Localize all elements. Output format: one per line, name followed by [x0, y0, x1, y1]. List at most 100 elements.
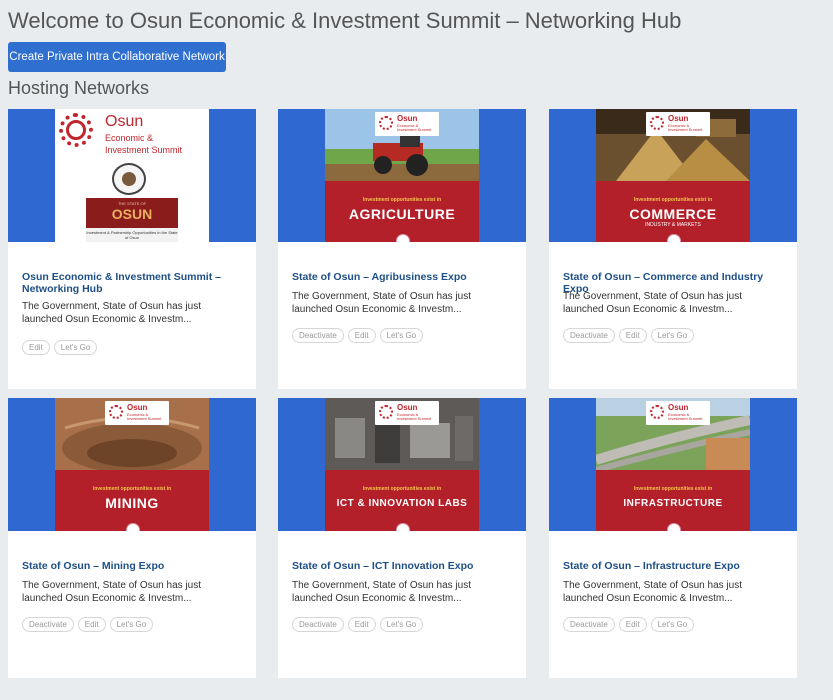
- lets-go-button[interactable]: Let's Go: [379, 328, 424, 343]
- logo-word: Osun: [668, 114, 689, 123]
- osun-logo-inner: [66, 120, 86, 140]
- box-osun-word: OSUN: [111, 206, 153, 222]
- card-actions: Deactivate Edit Let's Go: [22, 617, 154, 633]
- edit-button[interactable]: Edit: [77, 617, 106, 632]
- card-actions: Deactivate Edit Let's Go: [563, 328, 695, 344]
- logo-sub: Economic & Investment Summit: [127, 412, 162, 421]
- edit-button[interactable]: Edit: [347, 328, 376, 343]
- poster-sector: ICT & INNOVATION LABS: [336, 498, 468, 509]
- card-actions: Edit Let's Go: [22, 340, 98, 356]
- poster-exist-text: Investment opportunities exist in: [362, 197, 442, 203]
- ict-poster-image: Osun Economic & Investment Summit Invest…: [325, 398, 479, 531]
- card-description: The Government, State of Osun has just l…: [563, 291, 742, 315]
- osun-ring-icon: [379, 116, 393, 130]
- lets-go-button[interactable]: Let's Go: [650, 328, 695, 343]
- card-description: The Government, State of Osun has just l…: [292, 580, 471, 604]
- card-actions: Deactivate Edit Let's Go: [292, 617, 424, 633]
- poster-exist-text: Investment opportunities exist in: [362, 486, 442, 492]
- logo-sub: Economic & Investment Summit: [668, 412, 703, 421]
- edit-button[interactable]: Edit: [22, 340, 50, 355]
- card-banner[interactable]: Osun Economic & Investment Summit Invest…: [549, 109, 797, 242]
- card-description: The Government, State of Osun has just l…: [22, 580, 201, 604]
- logo-sub: Economic & Investment Summit: [397, 123, 432, 132]
- edit-button[interactable]: Edit: [618, 328, 647, 343]
- network-card-summit: Osun Economic & Investment Summit THE ST…: [8, 109, 256, 389]
- create-network-button[interactable]: Create Private Intra Collaborative Netwo…: [8, 42, 226, 72]
- poster-osun-text: Osun: [105, 113, 144, 130]
- poster-subsector: INDUSTRY & MARKETS: [645, 222, 701, 228]
- card-title[interactable]: State of Osun – Mining Expo: [22, 560, 244, 572]
- emblem-icon: [126, 523, 140, 531]
- osun-ring-icon: [109, 405, 123, 419]
- emblem-icon: [396, 234, 410, 242]
- commerce-poster-image: Osun Economic & Investment Summit Invest…: [596, 109, 750, 242]
- card-banner[interactable]: Osun Economic & Investment Summit Invest…: [549, 398, 797, 531]
- deactivate-button[interactable]: Deactivate: [292, 328, 344, 343]
- poster-line1: Economic &: [105, 133, 154, 143]
- osun-mini-logo: Osun Economic & Investment Summit: [646, 112, 710, 136]
- logo-sub: Economic & Investment Summit: [668, 123, 703, 132]
- poster-exist-text: Investment opportunities exist in: [633, 197, 713, 203]
- poster-sector: AGRICULTURE: [348, 206, 456, 222]
- logo-word: Osun: [127, 403, 148, 412]
- deactivate-button[interactable]: Deactivate: [22, 617, 74, 632]
- mining-poster-image: Osun Economic & Investment Summit Invest…: [55, 398, 209, 531]
- emblem-icon: [396, 523, 410, 531]
- card-title[interactable]: Osun Economic & Investment Summit – Netw…: [22, 271, 244, 295]
- agriculture-poster-image: Osun Economic & Investment Summit Invest…: [325, 109, 479, 242]
- osun-mini-logo: Osun Economic & Investment Summit: [375, 112, 439, 136]
- poster-exist-text: Investment opportunities exist in: [92, 486, 172, 492]
- page-title: Welcome to Osun Economic & Investment Su…: [8, 8, 682, 33]
- network-card-ict: Osun Economic & Investment Summit Invest…: [278, 398, 526, 678]
- edit-button[interactable]: Edit: [347, 617, 376, 632]
- deactivate-button[interactable]: Deactivate: [563, 328, 615, 343]
- network-card-mining: Osun Economic & Investment Summit Invest…: [8, 398, 256, 678]
- lets-go-button[interactable]: Let's Go: [53, 340, 98, 355]
- emblem-icon: [667, 234, 681, 242]
- emblem-icon: [667, 523, 681, 531]
- edit-button[interactable]: Edit: [618, 617, 647, 632]
- logo-sub: Economic & Investment Summit: [397, 412, 432, 421]
- card-description: The Government, State of Osun has just l…: [22, 301, 201, 325]
- poster-sector: MINING: [105, 495, 159, 511]
- card-title[interactable]: State of Osun – Infrastructure Expo: [563, 560, 785, 572]
- poster-line2: Investment Summit: [105, 145, 183, 155]
- osun-ring-icon: [650, 116, 664, 130]
- logo-word: Osun: [397, 403, 418, 412]
- state-seal-icon: [112, 163, 146, 195]
- lets-go-button[interactable]: Let's Go: [379, 617, 424, 632]
- poster-sector: COMMERCE: [629, 206, 717, 222]
- osun-mini-logo: Osun Economic & Investment Summit: [105, 401, 169, 425]
- osun-mini-logo: Osun Economic & Investment Summit: [375, 401, 439, 425]
- lets-go-button[interactable]: Let's Go: [650, 617, 695, 632]
- card-banner[interactable]: Osun Economic & Investment Summit Invest…: [8, 398, 256, 531]
- card-title[interactable]: State of Osun – ICT Innovation Expo: [292, 560, 514, 572]
- card-banner[interactable]: Osun Economic & Investment Summit Invest…: [278, 398, 526, 531]
- card-actions: Deactivate Edit Let's Go: [563, 617, 695, 633]
- network-card-infrastructure: Osun Economic & Investment Summit Invest…: [549, 398, 797, 678]
- poster-exist-text: Investment opportunities exist in: [633, 486, 713, 492]
- logo-word: Osun: [668, 403, 689, 412]
- deactivate-button[interactable]: Deactivate: [563, 617, 615, 632]
- logo-word: Osun: [397, 114, 418, 123]
- summit-poster-image: Osun Economic & Investment Summit THE ST…: [55, 109, 209, 242]
- network-card-agribusiness: Osun Economic & Investment Summit Invest…: [278, 109, 526, 389]
- poster-sector: INFRASTRUCTURE: [623, 498, 723, 509]
- state-of-osun-box: THE STATE OF OSUN Investment & Partnersh…: [86, 198, 178, 242]
- seal-center: [122, 172, 136, 186]
- section-title: Hosting Networks: [8, 78, 150, 98]
- osun-ring-icon: [379, 405, 393, 419]
- card-banner[interactable]: Osun Economic & Investment Summit THE ST…: [8, 109, 256, 242]
- card-description: The Government, State of Osun has just l…: [292, 291, 471, 315]
- box-bottom-text: Investment & Partnership Opportunities i…: [86, 228, 178, 242]
- network-card-commerce: Osun Economic & Investment Summit Invest…: [549, 109, 797, 389]
- infrastructure-poster-image: Osun Economic & Investment Summit Invest…: [596, 398, 750, 531]
- osun-ring-icon: [650, 405, 664, 419]
- card-title[interactable]: State of Osun – Agribusiness Expo: [292, 271, 514, 283]
- lets-go-button[interactable]: Let's Go: [109, 617, 154, 632]
- card-actions: Deactivate Edit Let's Go: [292, 328, 424, 344]
- osun-mini-logo: Osun Economic & Investment Summit: [646, 401, 710, 425]
- deactivate-button[interactable]: Deactivate: [292, 617, 344, 632]
- card-description: The Government, State of Osun has just l…: [563, 580, 742, 604]
- card-banner[interactable]: Osun Economic & Investment Summit Invest…: [278, 109, 526, 242]
